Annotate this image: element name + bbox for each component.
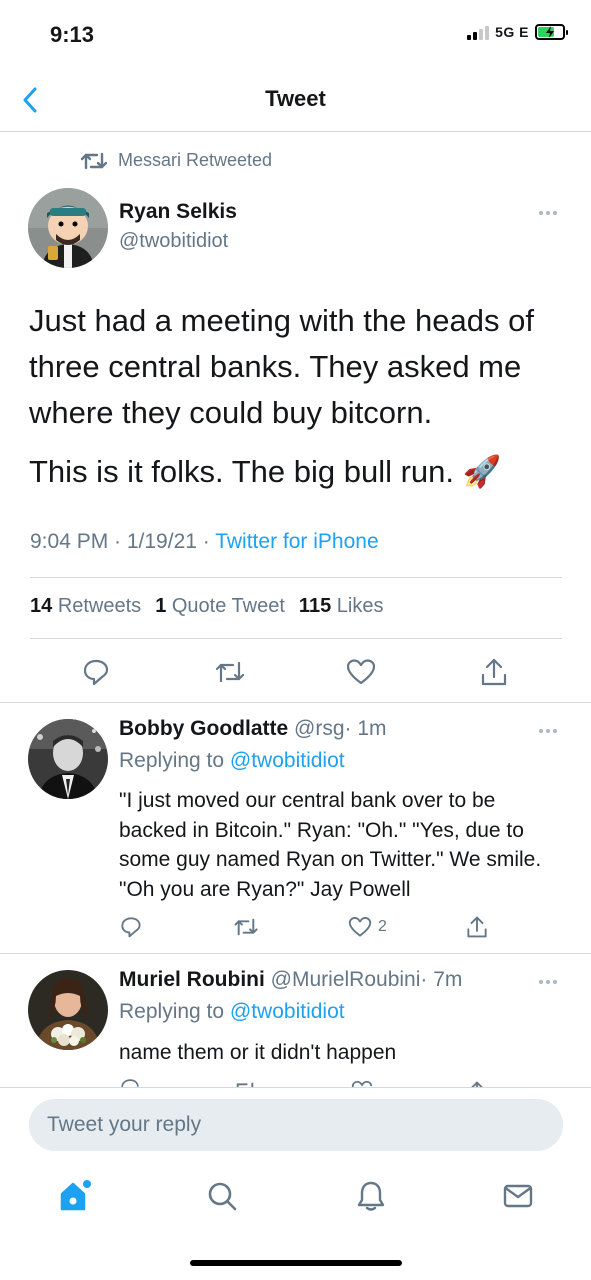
reply-reply-button[interactable] xyxy=(117,913,145,941)
retweet-button[interactable] xyxy=(210,654,250,690)
home-icon xyxy=(60,1180,91,1211)
retweet-icon xyxy=(234,918,258,936)
reply-button[interactable] xyxy=(76,654,116,690)
meta-divider xyxy=(30,577,562,578)
signal-icon xyxy=(467,24,490,40)
retweet-icon xyxy=(80,152,108,169)
tweet-meta: 9:04 PM · 1/19/21 · Twitter for iPhone xyxy=(30,530,379,554)
messages-icon xyxy=(503,1184,533,1208)
more-options-icon[interactable] xyxy=(539,211,557,215)
reply-author-handle[interactable]: @rsg xyxy=(294,717,345,740)
reply-more-options-icon[interactable] xyxy=(539,980,557,984)
reply-retweet-button[interactable] xyxy=(230,913,262,941)
retweets-stat[interactable]: 14 Retweets xyxy=(30,595,141,618)
replying-to-prefix: Replying to xyxy=(119,1000,230,1023)
replying-to: Replying to @twobitidiot xyxy=(119,1000,345,1024)
home-indicator xyxy=(190,1260,402,1266)
share-icon xyxy=(467,916,487,938)
replying-to-link[interactable]: @twobitidiot xyxy=(230,1000,345,1023)
tweet-text-2: This is it folks. The big bull run. 🚀 xyxy=(29,449,569,495)
author-name[interactable]: Ryan Selkis xyxy=(119,200,237,224)
reply-like-button[interactable]: 2 xyxy=(348,913,396,941)
quotes-stat[interactable]: 1 Quote Tweet xyxy=(155,595,285,618)
status-time: 9:13 xyxy=(50,22,95,47)
stats-divider xyxy=(30,638,562,639)
author-avatar[interactable] xyxy=(28,188,108,268)
reply-author-name[interactable]: Muriel Roubini xyxy=(119,968,265,991)
reply-icon xyxy=(121,917,141,938)
tab-search[interactable] xyxy=(202,1176,242,1216)
reply-text: name them or it didn't happen xyxy=(119,1041,397,1064)
reply-time: · 1m xyxy=(344,717,387,740)
tweet-source-link[interactable]: Twitter for iPhone xyxy=(215,530,378,553)
like-button[interactable] xyxy=(341,654,381,690)
thread-divider xyxy=(0,702,591,703)
reply-more-options-icon[interactable] xyxy=(539,729,557,733)
reply-input[interactable]: Tweet your reply xyxy=(29,1099,563,1151)
reply-author-line: Bobby Goodlatte @rsg· 1m xyxy=(119,717,387,741)
reply-author-handle[interactable]: @MurielRoubini xyxy=(271,968,421,991)
heart-icon xyxy=(348,917,372,937)
reply-icon xyxy=(83,659,109,686)
notifications-icon xyxy=(357,1181,385,1211)
replying-to-prefix: Replying to xyxy=(119,749,230,772)
quotes-count: 1 xyxy=(155,595,167,617)
quotes-label: Quote Tweet xyxy=(171,595,285,617)
tab-notifications[interactable] xyxy=(351,1176,391,1216)
rocket-icon: 🚀 xyxy=(462,454,502,489)
reply-like-count: 2 xyxy=(378,918,387,935)
tweet-timestamp: 9:04 PM · 1/19/21 · xyxy=(30,530,216,553)
tab-messages[interactable] xyxy=(498,1176,538,1216)
battery-icon xyxy=(535,24,568,40)
retweeted-by[interactable]: Messari Retweeted xyxy=(80,150,272,171)
reply-time: · 7m xyxy=(420,968,463,991)
likes-stat[interactable]: 115 Likes xyxy=(299,595,384,618)
reply-text: "I just moved our central bank over to b… xyxy=(119,789,542,901)
search-icon xyxy=(208,1182,237,1211)
tab-home[interactable] xyxy=(55,1176,95,1216)
retweeted-by-label: Messari Retweeted xyxy=(118,150,273,170)
retweets-count: 14 xyxy=(30,595,53,617)
tweet-stats: 14 Retweets 1 Quote Tweet 115 Likes xyxy=(30,595,383,618)
reply-avatar[interactable] xyxy=(28,719,108,799)
status-indicators: 5G E xyxy=(467,24,568,40)
replying-to-link[interactable]: @twobitidiot xyxy=(230,749,345,772)
composer-divider xyxy=(0,1087,591,1088)
header-divider xyxy=(0,131,591,132)
share-button[interactable] xyxy=(474,654,514,690)
reply-author-name[interactable]: Bobby Goodlatte xyxy=(119,717,288,740)
retweet-icon xyxy=(215,661,245,683)
page-title: Tweet xyxy=(265,86,326,111)
share-icon xyxy=(481,658,507,686)
likes-count: 115 xyxy=(298,595,332,617)
reply-share-button[interactable] xyxy=(463,913,491,941)
tweet-text: Just had a meeting with the heads of thr… xyxy=(29,303,534,430)
reply-author-line: Muriel Roubini @MurielRoubini· 7m xyxy=(119,968,462,992)
author-handle[interactable]: @twobitidiot xyxy=(119,230,228,253)
reply-avatar[interactable] xyxy=(28,970,108,1050)
likes-label: Likes xyxy=(336,595,384,617)
replying-to: Replying to @twobitidiot xyxy=(119,749,345,773)
reply-divider xyxy=(0,953,591,954)
retweets-label: Retweets xyxy=(57,595,142,617)
network-label: 5G E xyxy=(495,24,529,40)
heart-icon xyxy=(346,659,376,685)
tweet-text-2-body: This is it folks. The big bull run. xyxy=(29,454,454,489)
